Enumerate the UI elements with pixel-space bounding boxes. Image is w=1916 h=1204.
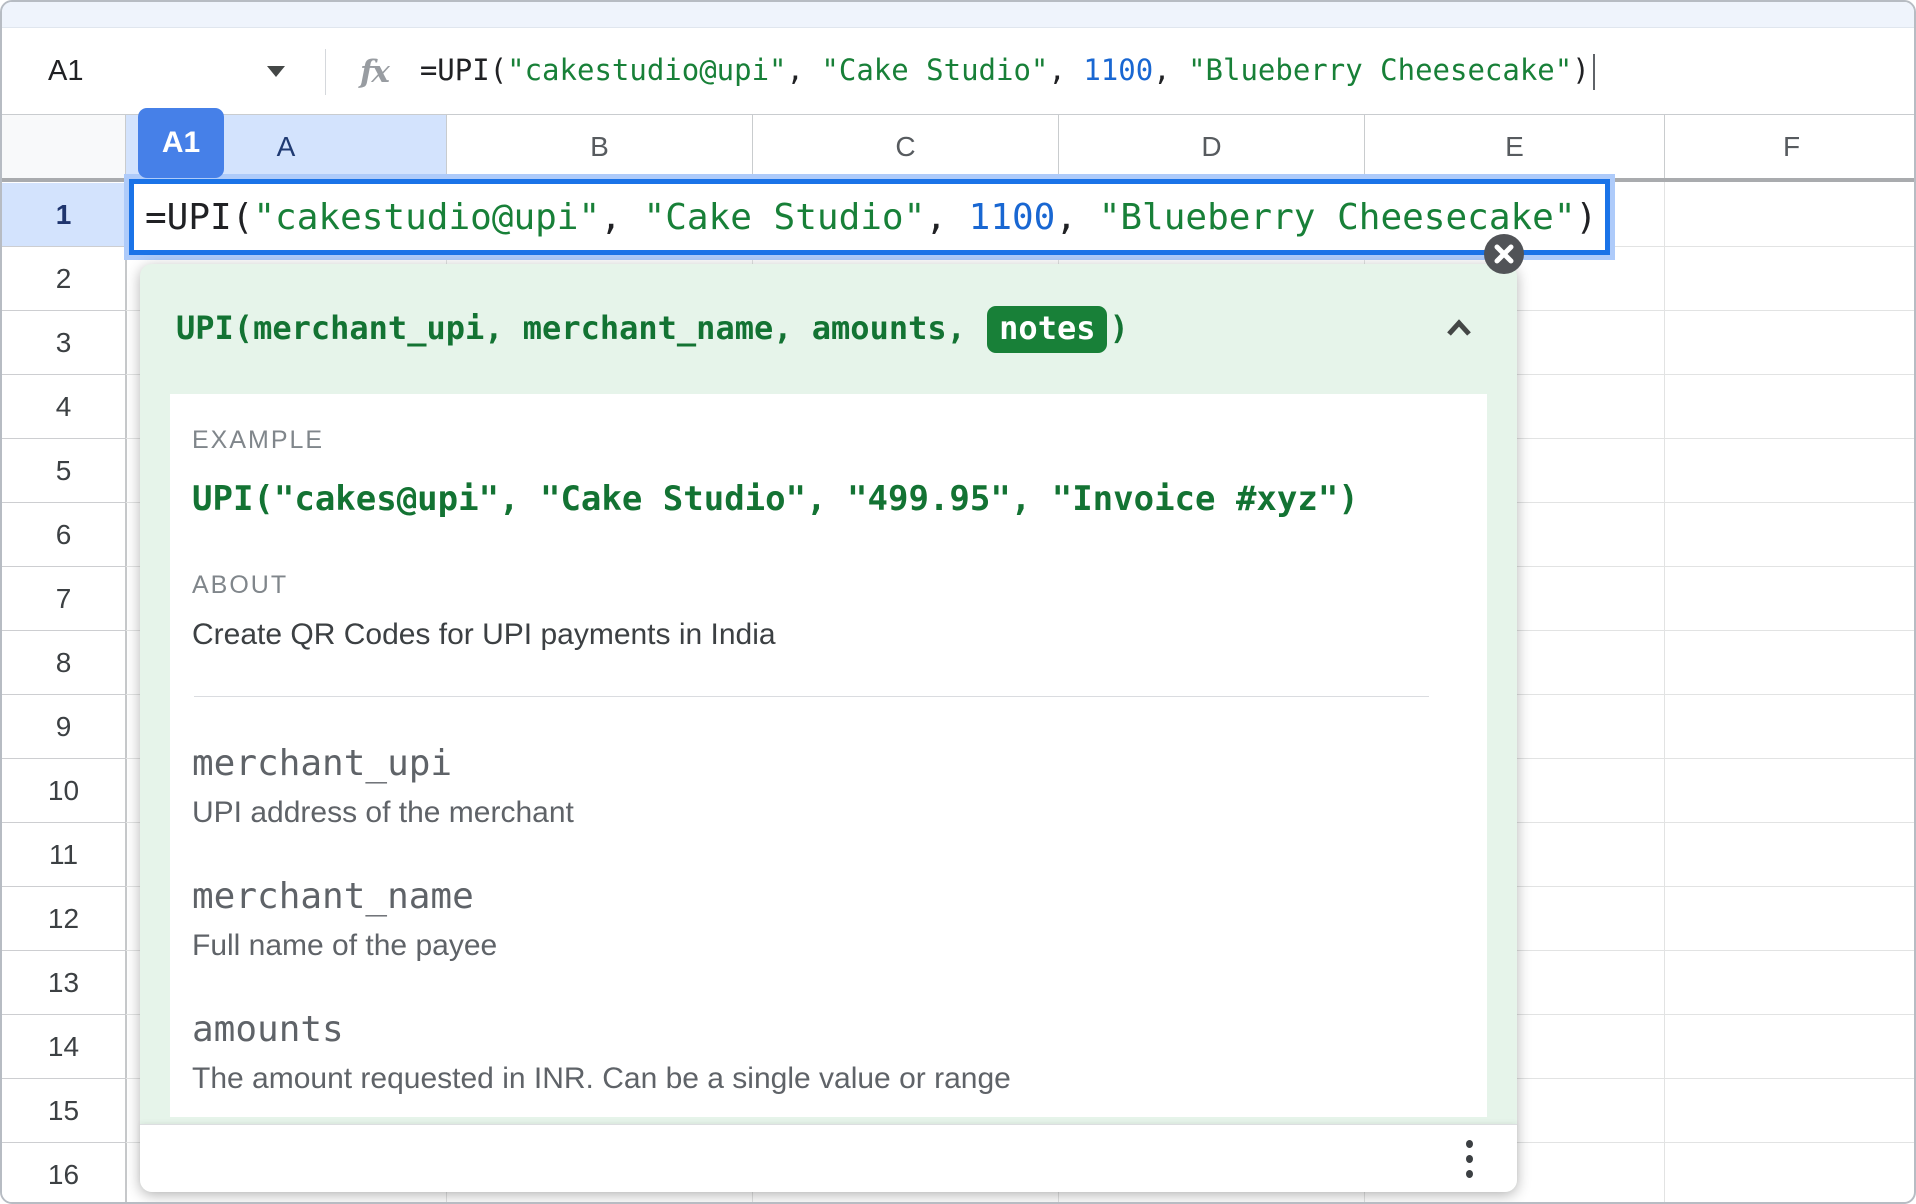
close-icon (1493, 243, 1515, 265)
function-signature: UPI(merchant_upi, merchant_name, amounts… (176, 306, 1129, 353)
signature-prefix: UPI(merchant_upi, merchant_name, amounts… (176, 309, 985, 347)
divider (194, 696, 1429, 697)
parameter-description: The amount requested in INR. Can be a si… (192, 1062, 1487, 1096)
function-help-popup: UPI(merchant_upi, merchant_name, amounts… (140, 264, 1517, 1192)
row-header-6[interactable]: 6 (2, 503, 126, 567)
row-header-10[interactable]: 10 (2, 759, 126, 823)
gridline (126, 182, 127, 1202)
row-header-4[interactable]: 4 (2, 375, 126, 439)
signature-suffix: ) (1109, 309, 1128, 347)
row-header-16[interactable]: 16 (2, 1143, 126, 1204)
formula-segment-plain: , (1055, 197, 1098, 238)
formula-segment-plain: , (925, 197, 968, 238)
formula-segment-string: "Blueberry Cheesecake" (1099, 197, 1576, 238)
popup-footer (140, 1124, 1517, 1192)
column-header-F[interactable]: F (1664, 115, 1916, 179)
formula-segment-string: "Cake Studio" (644, 197, 926, 238)
sheets-window: A1 fx =UPI("cakestudio@upi", "Cake Studi… (0, 0, 1916, 1204)
cell-editor[interactable]: =UPI("cakestudio@upi", "Cake Studio", 11… (129, 179, 1610, 255)
row-header-9[interactable]: 9 (2, 695, 126, 759)
column-header-D[interactable]: D (1058, 115, 1364, 179)
column-header-C[interactable]: C (752, 115, 1058, 179)
active-cell-badge: A1 (138, 108, 224, 178)
example-label: EXAMPLE (192, 426, 1487, 455)
row-header-11[interactable]: 11 (2, 823, 126, 887)
parameter-name: merchant_upi (192, 743, 1487, 784)
gridline (1664, 182, 1665, 1202)
help-content-panel: EXAMPLE UPI("cakes@upi", "Cake Studio", … (170, 394, 1487, 1117)
select-all-corner[interactable] (2, 115, 126, 179)
row-header-13[interactable]: 13 (2, 951, 126, 1015)
column-header-band: ABCDEF (2, 114, 1914, 178)
column-header-B[interactable]: B (446, 115, 752, 179)
row-header-15[interactable]: 15 (2, 1079, 126, 1143)
formula-segment-number: 1100 (969, 197, 1056, 238)
about-description: Create QR Codes for UPI payments in Indi… (192, 618, 1487, 652)
function-signature-header: UPI(merchant_upi, merchant_name, amounts… (140, 264, 1517, 394)
more-options-icon[interactable] (1466, 1140, 1473, 1178)
column-header-E[interactable]: E (1364, 115, 1664, 179)
row-header-5[interactable]: 5 (2, 439, 126, 503)
formula-segment-plain: =UPI( (145, 197, 253, 238)
formula-segment-plain: , (600, 197, 643, 238)
cell-formula-text: =UPI("cakestudio@upi", "Cake Studio", 11… (134, 197, 1597, 238)
row-header-8[interactable]: 8 (2, 631, 126, 695)
parameter-list: merchant_upi UPI address of the merchant m… (192, 743, 1487, 1096)
parameter-name: merchant_name (192, 876, 1487, 917)
row-header-2[interactable]: 2 (2, 247, 126, 311)
row-header-12[interactable]: 12 (2, 887, 126, 951)
parameter-description: Full name of the payee (192, 929, 1487, 963)
parameter-description: UPI address of the merchant (192, 796, 1487, 830)
highlighted-param: notes (987, 306, 1107, 353)
row-header-7[interactable]: 7 (2, 567, 126, 631)
parameter-name: amounts (192, 1009, 1487, 1050)
active-cell-badge-label: A1 (162, 126, 200, 160)
close-editor-button[interactable] (1484, 234, 1524, 274)
example-code: UPI("cakes@upi", "Cake Studio", "499.95"… (192, 479, 1487, 519)
formula-segment-string: "cakestudio@upi" (253, 197, 600, 238)
row-header-14[interactable]: 14 (2, 1015, 126, 1079)
about-label: ABOUT (192, 571, 1487, 600)
formula-segment-plain: ) (1576, 197, 1598, 238)
collapse-chevron-icon[interactable] (1437, 307, 1481, 351)
row-header-1[interactable]: 1 (2, 183, 126, 247)
row-header-3[interactable]: 3 (2, 311, 126, 375)
